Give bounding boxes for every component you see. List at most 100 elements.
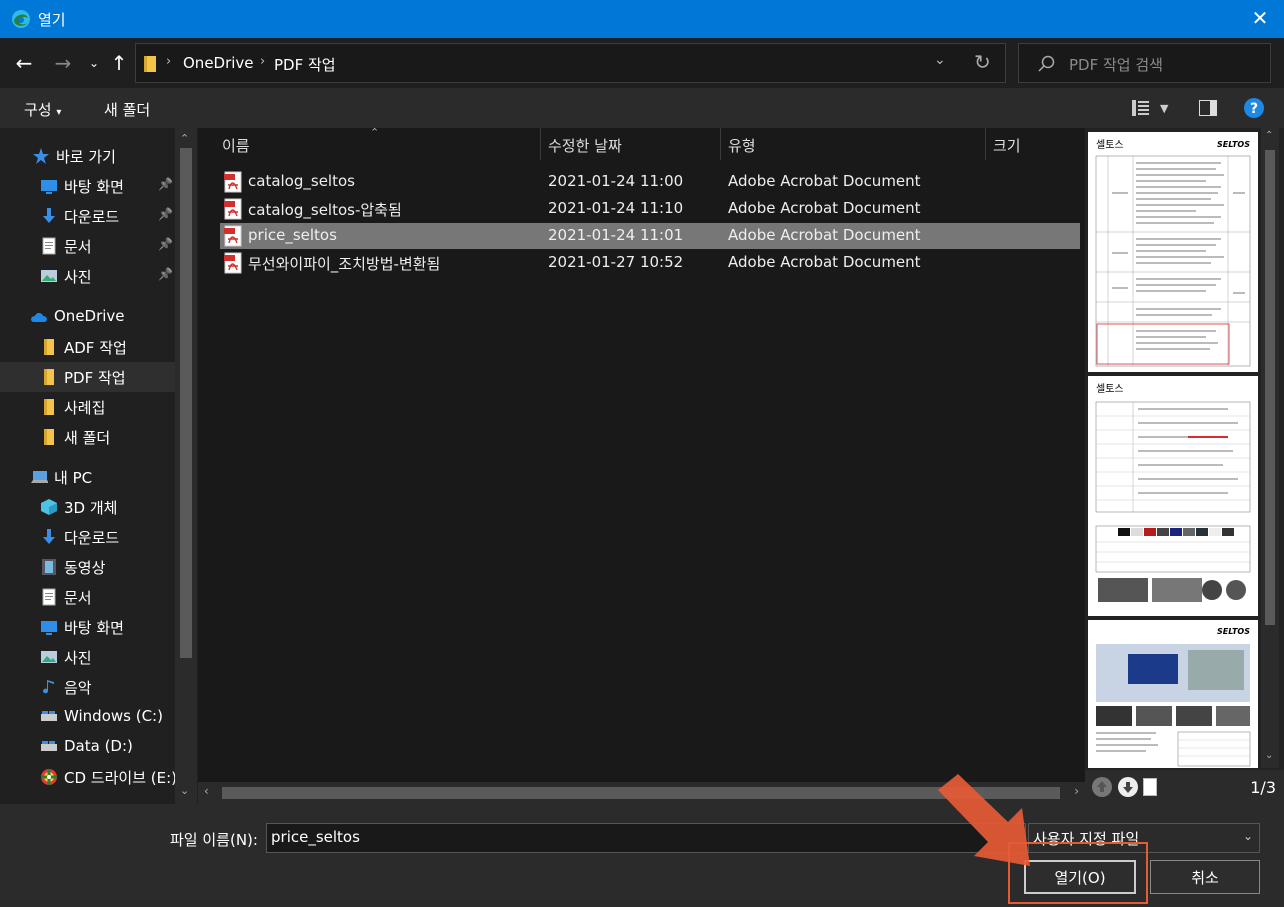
sidebar-item[interactable]: Data (D:) xyxy=(0,732,175,762)
breadcrumb-pdf-folder[interactable]: PDF 작업 xyxy=(274,54,336,75)
title-bar: 열기 ✕ xyxy=(0,0,1284,38)
preview-page-1: 셀토스 SELTOS xyxy=(1088,132,1258,372)
address-bar[interactable]: › OneDrive › PDF 작업 ⌄ ↻ xyxy=(135,43,1006,83)
breadcrumb-chevron-icon[interactable]: › xyxy=(260,54,265,69)
help-icon[interactable]: ? xyxy=(1243,97,1265,119)
column-divider[interactable] xyxy=(720,128,721,160)
sidebar-scrollbar[interactable]: ⌃ ⌄ xyxy=(175,128,197,804)
sidebar-item-label: 새 폴더 xyxy=(64,429,111,447)
file-list: ⌃ 이름 수정한 날짜 유형 크기 catalog_seltos 2021-01-… xyxy=(198,126,1085,804)
breadcrumb-onedrive[interactable]: OneDrive xyxy=(183,54,254,72)
pdf-file-icon xyxy=(224,171,242,193)
page-icon[interactable] xyxy=(1143,778,1157,796)
file-row[interactable]: price_seltos 2021-01-24 11:01 Adobe Acroba… xyxy=(220,223,1080,249)
view-options-dropdown-icon[interactable]: ▼ xyxy=(1160,102,1168,115)
file-row[interactable]: catalog_seltos-압축됨 2021-01-24 11:10 Adobe … xyxy=(220,196,1080,222)
sidebar-item[interactable]: 내 PC xyxy=(0,462,175,492)
sidebar-item[interactable]: 바탕 화면 xyxy=(0,612,175,642)
sidebar-item[interactable]: 바탕 화면 📌 xyxy=(0,171,175,201)
breadcrumb-chevron-icon[interactable]: › xyxy=(166,54,171,69)
file-row[interactable]: 무선와이파이_조치방법-변환됨 2021-01-27 10:52 Adobe Acr… xyxy=(220,250,1080,276)
sidebar-item[interactable]: 사례집 xyxy=(0,392,175,422)
drive-icon xyxy=(41,711,57,721)
folder-icon xyxy=(44,429,54,445)
cancel-button[interactable]: 취소 xyxy=(1150,860,1260,894)
sidebar-item-label: 바탕 화면 xyxy=(64,178,124,196)
sidebar-scroll-thumb[interactable] xyxy=(180,148,192,658)
sidebar-item-label: 3D 개체 xyxy=(64,499,118,517)
sidebar-item[interactable]: 다운로드 xyxy=(0,522,175,552)
sidebar-item[interactable]: OneDrive xyxy=(0,302,175,332)
navigation-pane: 바로 가기 바탕 화면 📌 다운로드 📌 문서 📌 사진 📌 OneDrive ADF 작업 PDF … xyxy=(0,128,198,804)
organize-menu[interactable]: 구성 ▾ xyxy=(24,99,61,120)
sidebar-item[interactable]: PDF 작업 xyxy=(0,362,175,392)
sidebar-item[interactable]: 새 폴더 xyxy=(0,422,175,452)
desktop-icon xyxy=(41,621,57,635)
column-header-date[interactable]: 수정한 날짜 xyxy=(548,135,622,167)
search-box[interactable]: PDF 작업 검색 xyxy=(1018,43,1271,83)
sidebar-item[interactable]: ADF 작업 xyxy=(0,332,175,362)
preview-scrollbar[interactable]: ⌃ ⌄ xyxy=(1261,128,1279,768)
window-title: 열기 xyxy=(38,11,66,29)
up-arrow-icon[interactable]: ↑ xyxy=(107,51,131,75)
pdf-file-icon xyxy=(224,198,242,220)
preview-page-controls: 1/3 xyxy=(1085,770,1284,804)
scroll-up-icon[interactable]: ⌃ xyxy=(1265,130,1273,141)
sidebar-item[interactable]: 문서 📌 xyxy=(0,231,175,261)
back-arrow-icon[interactable]: ← xyxy=(12,51,36,75)
sidebar-item[interactable]: 다운로드 📌 xyxy=(0,201,175,231)
organize-label: 구성 xyxy=(24,101,52,119)
cloud-icon xyxy=(31,313,47,322)
column-header-size[interactable]: 크기 xyxy=(993,135,1021,167)
scroll-down-icon[interactable]: ⌄ xyxy=(1265,750,1273,761)
view-options-icon[interactable] xyxy=(1131,98,1151,118)
scroll-down-icon[interactable]: ⌄ xyxy=(180,784,189,797)
video-icon xyxy=(42,559,56,575)
folder-icon xyxy=(44,369,54,385)
forward-arrow-icon[interactable]: → xyxy=(51,51,75,75)
sidebar-item-label: 사진 xyxy=(64,268,92,286)
navigation-bar: ← → ⌄ ↑ › OneDrive › PDF 작업 ⌄ ↻ PDF 작업 검… xyxy=(0,38,1284,88)
scroll-right-icon[interactable]: › xyxy=(1074,784,1079,798)
sidebar-item-label: 다운로드 xyxy=(64,529,120,547)
sidebar-item[interactable]: CD 드라이브 (E:) xyxy=(0,762,177,792)
refresh-icon[interactable]: ↻ xyxy=(974,50,991,74)
preview-scroll-thumb[interactable] xyxy=(1265,150,1275,625)
column-header-type[interactable]: 유형 xyxy=(728,135,756,167)
sidebar-item[interactable]: 바로 가기 xyxy=(0,141,175,171)
file-type: Adobe Acrobat Document xyxy=(728,172,921,190)
previous-page-icon[interactable] xyxy=(1091,776,1113,798)
sidebar-item[interactable]: 문서 xyxy=(0,582,175,612)
preview-pane-icon[interactable] xyxy=(1199,100,1217,116)
preview-page-2-content: 셀토스 xyxy=(1095,383,1251,602)
filename-input[interactable]: price_seltos xyxy=(266,823,1026,853)
sidebar-item[interactable]: 3D 개체 xyxy=(0,492,175,522)
address-dropdown-chevron-icon[interactable]: ⌄ xyxy=(934,52,946,68)
sidebar-item[interactable]: 음악 xyxy=(0,672,175,702)
next-page-icon[interactable] xyxy=(1117,776,1139,798)
sidebar-item-label: 문서 xyxy=(64,238,92,256)
cube-icon xyxy=(41,499,57,515)
pin-icon: 📌 xyxy=(158,177,173,191)
column-divider[interactable] xyxy=(540,128,541,160)
edge-app-icon xyxy=(12,10,30,28)
sidebar-item-label: 바로 가기 xyxy=(56,148,116,166)
column-header-name[interactable]: 이름 xyxy=(222,135,250,167)
close-button[interactable]: ✕ xyxy=(1248,6,1272,30)
folder-icon xyxy=(44,339,54,355)
sidebar-item-label: PDF 작업 xyxy=(64,369,126,387)
file-row[interactable]: catalog_seltos 2021-01-24 11:00 Adobe Acro… xyxy=(220,169,1080,195)
pin-icon: 📌 xyxy=(158,237,173,251)
command-toolbar: 구성 ▾ 새 폴더 ▼ ? xyxy=(0,88,1284,128)
sidebar-item[interactable]: 사진 xyxy=(0,642,175,672)
scroll-left-icon[interactable]: ‹ xyxy=(204,784,209,798)
column-divider[interactable] xyxy=(985,128,986,160)
sidebar-item[interactable]: Windows (C:) xyxy=(0,702,175,732)
sidebar-item[interactable]: 사진 📌 xyxy=(0,261,175,291)
sidebar-item[interactable]: 동영상 xyxy=(0,552,175,582)
file-date: 2021-01-24 11:01 xyxy=(548,226,684,244)
preview-page-1-content: 셀토스 SELTOS xyxy=(1095,139,1251,367)
recent-locations-chevron-icon[interactable]: ⌄ xyxy=(82,51,106,75)
new-folder-button[interactable]: 새 폴더 xyxy=(104,99,150,120)
scroll-up-icon[interactable]: ⌃ xyxy=(180,132,189,145)
